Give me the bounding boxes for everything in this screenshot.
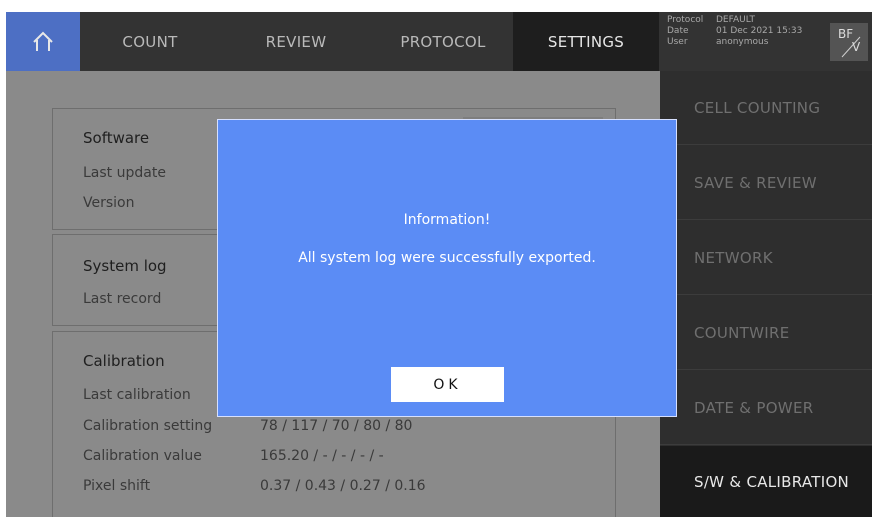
calibration-setting-label: Calibration setting — [83, 418, 213, 434]
app-window: COUNT REVIEW PROTOCOL SETTINGS Protocol D… — [6, 12, 872, 517]
dialog-message: All system log were successfully exporte… — [298, 250, 596, 266]
menu-item-network[interactable]: NETWORK — [660, 221, 872, 295]
menu-item-countwire[interactable]: COUNTWIRE — [660, 296, 872, 370]
system-log-title: System log — [83, 257, 167, 275]
menu-item-cell-counting[interactable]: CELL COUNTING — [660, 71, 872, 145]
calibration-setting-value: 78 / 117 / 70 / 80 / 80 — [260, 418, 413, 434]
pixel-shift-value: 0.37 / 0.43 / 0.27 / 0.16 — [260, 478, 426, 494]
settings-menu: CELL COUNTING SAVE & REVIEW NETWORK COUN… — [660, 71, 872, 517]
software-title: Software — [83, 129, 150, 147]
top-bar: COUNT REVIEW PROTOCOL SETTINGS Protocol D… — [6, 12, 872, 71]
last-update-label: Last update — [83, 165, 166, 181]
home-icon — [33, 31, 53, 51]
tab-protocol[interactable]: PROTOCOL — [380, 12, 506, 71]
user-key: User — [667, 37, 688, 47]
information-dialog: Information! All system log were success… — [217, 119, 677, 417]
mode-v-label: V — [852, 40, 861, 54]
menu-item-sw-calibration[interactable]: S/W & CALIBRATION — [660, 446, 872, 517]
home-button[interactable] — [6, 12, 80, 71]
menu-item-date-power[interactable]: DATE & POWER — [660, 371, 872, 445]
dialog-title: Information! — [403, 212, 491, 228]
mode-bf-label: BF — [838, 27, 854, 41]
calibration-value-label: Calibration value — [83, 448, 202, 464]
date-value: 01 Dec 2021 15:33 — [716, 26, 803, 36]
tab-settings[interactable]: SETTINGS — [513, 12, 659, 71]
last-record-label: Last record — [83, 291, 162, 307]
protocol-value: DEFAULT — [716, 15, 755, 25]
last-calibration-label: Last calibration — [83, 387, 191, 403]
calibration-value-value: 165.20 / - / - / - / - — [260, 448, 384, 464]
user-value: anonymous — [716, 37, 769, 47]
ok-button[interactable]: OK — [391, 367, 504, 402]
menu-item-save-review[interactable]: SAVE & REVIEW — [660, 146, 872, 220]
version-label: Version — [83, 195, 135, 211]
calibration-title: Calibration — [83, 352, 165, 370]
tab-review[interactable]: REVIEW — [236, 12, 356, 71]
mode-toggle-button[interactable]: BF V — [830, 23, 868, 61]
tab-count[interactable]: COUNT — [90, 12, 210, 71]
protocol-key: Protocol — [667, 15, 704, 25]
date-key: Date — [667, 26, 689, 36]
pixel-shift-label: Pixel shift — [83, 478, 151, 494]
status-info: Protocol DEFAULT Date 01 Dec 2021 15:33 Us… — [658, 12, 828, 71]
